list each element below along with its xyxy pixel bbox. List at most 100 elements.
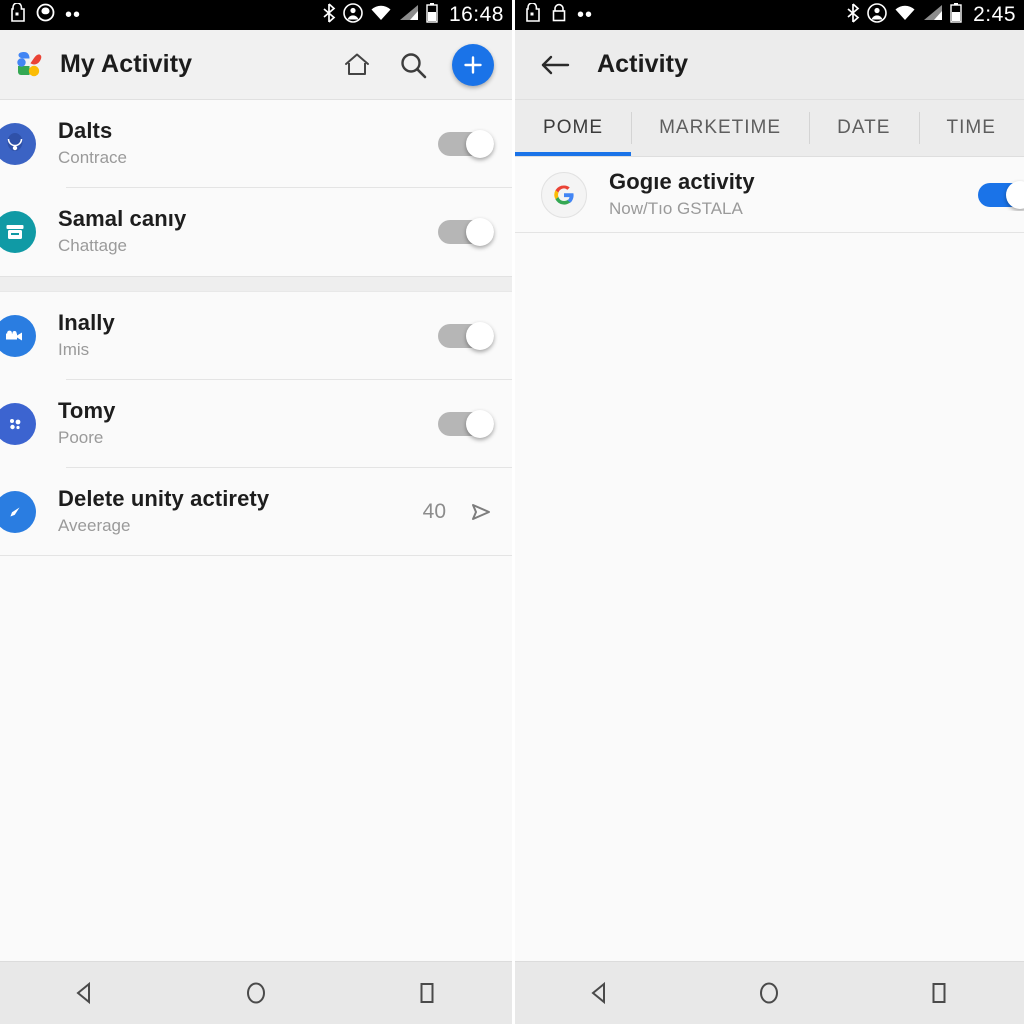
google-photos-logo-icon (12, 48, 46, 82)
toggle-switch[interactable] (438, 130, 494, 158)
status-bar-left-icons: •• (525, 2, 846, 27)
tab-marketime[interactable]: MARKETIME (631, 100, 809, 156)
left-navigation-bar (0, 961, 512, 1024)
battery-icon (950, 2, 962, 28)
bag-icon (525, 2, 541, 27)
list-item-text: Samal canıy Chattage (58, 206, 438, 258)
tab-label: DATE (837, 117, 891, 138)
list-item-title: Samal canıy (58, 206, 187, 231)
tab-date[interactable]: DATE (809, 100, 918, 156)
left-status-bar: •• 16:48 (0, 0, 512, 30)
list-item-subtitle: Chattage (58, 236, 127, 255)
toggle-knob (466, 322, 494, 350)
tab-pome[interactable]: POME (515, 100, 632, 156)
back-triangle-icon[interactable] (55, 970, 115, 1016)
tab-label: POME (543, 117, 603, 138)
list-item-title: Tomy (58, 398, 116, 423)
status-bar-clock: 16:48 (448, 3, 504, 26)
heart-outline-icon (36, 3, 55, 27)
toggle-clip (978, 179, 1024, 211)
section-divider (0, 276, 512, 292)
list-item[interactable]: Tomy Poore (0, 380, 512, 468)
row-divider (0, 555, 512, 556)
list-item-subtitle: Aveerage (58, 516, 131, 535)
list-item-text: Gogıe activity Now/Tıo GSTALA (609, 169, 978, 221)
row-divider (515, 232, 1024, 233)
left-phone-screen: •• 16:48 My Activity Dalts Contrace Sama… (0, 0, 512, 1024)
home-circle-icon[interactable] (226, 970, 286, 1016)
back-triangle-icon[interactable] (570, 970, 630, 1016)
list-item-title: Dalts (58, 118, 113, 143)
more-dots-icon: •• (65, 4, 82, 26)
list-item-text: Delete unity actirety Aveerage (58, 486, 423, 538)
list-item-text: Tomy Poore (58, 398, 438, 450)
more-dots-icon: •• (577, 4, 594, 26)
battery-icon (426, 2, 438, 28)
toggle-switch[interactable] (438, 322, 494, 350)
list-item-subtitle: Poore (58, 428, 104, 447)
google-g-icon (541, 172, 587, 218)
tab-time[interactable]: TIME (918, 100, 1024, 156)
left-activity-list: Dalts Contrace Samal canıy Chattage Inal… (0, 100, 512, 556)
toggle-knob (466, 410, 494, 438)
lock-bag-icon (551, 3, 567, 27)
account-icon (867, 2, 887, 28)
list-item-title: Delete unity actirety (58, 486, 270, 511)
add-fab-icon[interactable] (452, 43, 494, 86)
account-icon (343, 2, 363, 28)
necklace-icon (0, 123, 36, 165)
toggle-switch[interactable] (438, 410, 494, 438)
status-bar-right-icons: 2:45 (846, 2, 1016, 28)
toggle-knob (466, 130, 494, 158)
home-circle-icon[interactable] (739, 970, 799, 1016)
status-bar-clock: 2:45 (973, 3, 1016, 26)
right-phone-screen: •• 2:45 Activity POME MARKETIME DATE TIM… (512, 0, 1024, 1024)
page-title: My Activity (60, 50, 193, 78)
list-item[interactable]: Inally Imis (0, 292, 512, 380)
send-arrow-icon[interactable] (468, 499, 494, 525)
home-icon[interactable] (340, 48, 374, 82)
app-bar-actions (340, 43, 494, 86)
toggle-switch[interactable] (438, 218, 494, 246)
dual-screenshot-container: •• 16:48 My Activity Dalts Contrace Sama… (0, 0, 1024, 1024)
search-icon[interactable] (396, 48, 430, 82)
right-activity-list: Gogıe activity Now/Tıo GSTALA (515, 157, 1024, 233)
recents-square-icon[interactable] (397, 970, 457, 1016)
right-status-bar: •• 2:45 (515, 0, 1024, 30)
tab-label: TIME (946, 117, 996, 138)
tab-label: MARKETIME (659, 117, 782, 138)
wifi-icon (370, 4, 392, 27)
signal-icon (923, 4, 943, 27)
wifi-icon (894, 4, 916, 27)
tab-bar: POME MARKETIME DATE TIME (515, 100, 1024, 157)
bag-icon (10, 2, 26, 27)
list-item-text: Inally Imis (58, 310, 438, 362)
list-item-subtitle: Contrace (58, 148, 127, 167)
list-item-value: 40 (422, 500, 446, 523)
bluetooth-icon (322, 2, 336, 28)
list-item-subtitle: Now/Tıo GSTALA (609, 199, 743, 218)
right-navigation-bar (515, 961, 1024, 1024)
list-item-subtitle: Imis (58, 340, 90, 359)
archive-box-icon (0, 211, 36, 253)
toggle-knob (466, 218, 494, 246)
recents-square-icon[interactable] (909, 970, 969, 1016)
list-item-title: Gogıe activity (609, 169, 755, 194)
list-item-text: Dalts Contrace (58, 118, 438, 170)
right-app-bar: Activity (515, 30, 1024, 100)
list-item[interactable]: Gogıe activity Now/Tıo GSTALA (515, 157, 1024, 233)
status-bar-left-icons: •• (10, 2, 322, 27)
signal-icon (399, 4, 419, 27)
status-bar-right-icons: 16:48 (322, 2, 504, 28)
list-item-title: Inally (58, 310, 115, 335)
toggle-switch[interactable] (978, 181, 1024, 209)
page-title: Activity (597, 50, 689, 78)
video-camera-icon (0, 315, 36, 357)
list-item[interactable]: Delete unity actirety Aveerage 40 (0, 468, 512, 556)
compass-needle-icon (0, 491, 36, 533)
list-item[interactable]: Samal canıy Chattage (0, 188, 512, 276)
back-arrow-icon[interactable] (535, 45, 575, 85)
list-item[interactable]: Dalts Contrace (0, 100, 512, 188)
dots-face-icon (0, 403, 36, 445)
left-app-bar: My Activity (0, 30, 512, 100)
